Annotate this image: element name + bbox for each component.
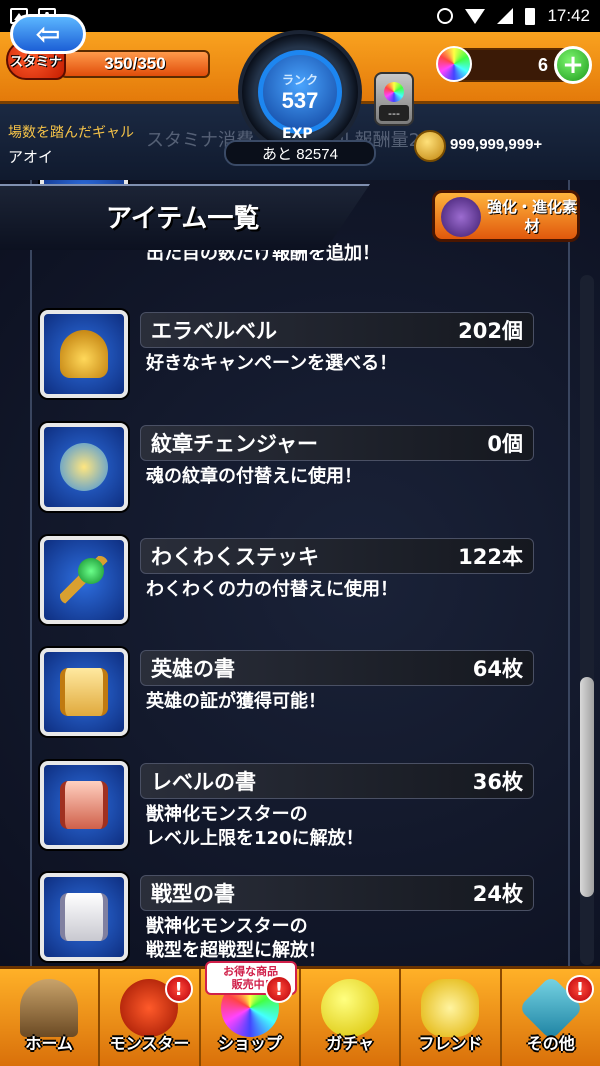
item-icon-frame (40, 310, 128, 398)
nav-label: フレンド (418, 1034, 483, 1053)
nav-label: その他 (526, 1034, 575, 1053)
page-title: アイテム一覧 (106, 204, 260, 234)
player-title: 場数を踏んだギャル (8, 125, 134, 141)
bottom-nav: ホーム ! モンスター お得な商品 販売中! ! ショップ ガチャ フレンド !… (0, 961, 600, 1066)
list-item[interactable]: 戦型の書 24枚 獣神化モンスターの 戦型を超戦型に解放！ (40, 873, 540, 969)
bell-icon (60, 330, 108, 378)
list-item[interactable]: 紋章チェンジャー 0個 魂の紋章の付替えに使用！ (40, 423, 540, 519)
item-name: 戦型の書 (151, 882, 235, 906)
box-icon[interactable]: --- (374, 72, 414, 126)
item-name-bar: レベルの書 36枚 (140, 763, 534, 799)
nav-label: ショップ (217, 1034, 282, 1053)
orb-icon (436, 46, 472, 82)
list-item[interactable]: わくわくステッキ 122本 わくわくの力の付替えに使用！ (40, 536, 540, 632)
nav-label: ガチャ (326, 1034, 375, 1053)
item-name-bar: 戦型の書 24枚 (140, 875, 534, 911)
alert-icon: ! (164, 975, 193, 1003)
material-button[interactable]: 強化・進化素材 (432, 190, 580, 242)
list-item[interactable]: レベルの書 36枚 獣神化モンスターの レベル上限を120に解放！ (40, 761, 540, 857)
item-name-bar: 紋章チェンジャー 0個 (140, 425, 534, 461)
list-item[interactable]: 英雄の書 64枚 英雄の証が獲得可能！ (40, 648, 540, 744)
stamina-bar[interactable]: 350/350 (60, 50, 210, 78)
coin-icon (414, 130, 446, 162)
back-button[interactable]: ⇦ (10, 14, 86, 54)
item-desc: 好きなキャンペーンを選べる！ (146, 353, 398, 374)
item-icon-frame (40, 761, 128, 849)
item-name-bar: エラベルベル 202個 (140, 312, 534, 348)
stick-icon (60, 556, 108, 604)
stamina-value: 350/350 (104, 54, 166, 73)
emblem-icon (60, 443, 108, 491)
box-label: --- (379, 105, 409, 121)
scroll-icon (60, 893, 108, 941)
coin-count: 999,999,999+ (450, 136, 543, 153)
nav-label: ホーム (25, 1034, 73, 1053)
item-name: わくわくステッキ (151, 545, 319, 569)
nav-label: モンスター (109, 1034, 190, 1053)
item-list[interactable]: 出た目の数だけ報酬を追加！ エラベルベル 202個 好きなキャンペーンを選べる！… (0, 180, 600, 970)
item-desc: 魂の紋章の付替えに使用！ (146, 466, 362, 487)
item-count: 24枚 (472, 882, 523, 906)
player-name: アオイ (8, 148, 54, 166)
wifi-icon (465, 8, 486, 24)
item-count: 0個 (487, 432, 523, 456)
scrollbar-thumb[interactable] (580, 677, 594, 897)
item-name: 英雄の書 (151, 657, 235, 681)
buy-orb-button[interactable]: + (554, 46, 592, 84)
alarm-icon (437, 8, 454, 24)
orb-count: 6 (537, 54, 548, 75)
rank-circle: ランク 537 (258, 50, 342, 134)
battery-icon (525, 7, 536, 25)
exp-remaining: あと 82574 (224, 140, 376, 166)
scrollbar[interactable] (580, 275, 594, 965)
box-orb-icon (384, 82, 404, 102)
back-arrow-icon: ⇦ (35, 16, 61, 52)
material-creature-icon (441, 197, 481, 237)
item-name-bar: わくわくステッキ 122本 (140, 538, 534, 574)
material-button-label: 強化・進化素材 (487, 198, 578, 235)
orb-counter: 6 + (436, 46, 592, 84)
friend-icon (421, 979, 480, 1037)
item-icon-frame (40, 423, 128, 511)
item-count: 202個 (458, 319, 523, 343)
item-icon-frame (40, 648, 128, 736)
nav-monster[interactable]: ! モンスター (100, 969, 201, 1066)
nav-shop[interactable]: お得な商品 販売中! ! ショップ (201, 961, 301, 1066)
item-desc: わくわくの力の付替えに使用！ (146, 579, 398, 600)
signal-icon (497, 8, 514, 24)
rank-label: ランク (281, 72, 318, 87)
nav-gacha[interactable]: ガチャ (301, 969, 402, 1066)
rank-value: 537 (281, 87, 319, 113)
item-count: 36枚 (472, 770, 523, 794)
item-name: レベルの書 (151, 770, 256, 794)
alert-icon: ! (264, 975, 293, 1003)
status-bar: A 17:42 (0, 0, 600, 32)
alert-icon: ! (565, 975, 594, 1003)
item-icon-frame (40, 873, 128, 961)
item-desc: 獣神化モンスターの 戦型を超戦型に解放！ (146, 916, 326, 962)
item-name: 紋章チェンジャー (151, 432, 318, 456)
item-count: 122本 (458, 545, 523, 569)
item-desc: 獣神化モンスターの レベル上限を120に解放！ (146, 804, 364, 850)
item-name: エラベルベル (151, 319, 277, 343)
nav-home[interactable]: ホーム (0, 969, 101, 1066)
home-icon (20, 979, 78, 1037)
item-count: 64枚 (472, 657, 523, 681)
scroll-icon (60, 668, 108, 716)
nav-friend[interactable]: フレンド (401, 969, 502, 1066)
clock: 17:42 (547, 6, 590, 25)
nav-other[interactable]: ! その他 (502, 969, 600, 1066)
list-item[interactable]: エラベルベル 202個 好きなキャンペーンを選べる！ (40, 310, 540, 406)
item-name-bar: 英雄の書 64枚 (140, 650, 534, 686)
scroll-icon (60, 781, 108, 829)
item-desc: 英雄の証が獲得可能！ (146, 691, 326, 712)
item-icon-frame (40, 536, 128, 624)
gacha-egg-icon (320, 979, 379, 1037)
